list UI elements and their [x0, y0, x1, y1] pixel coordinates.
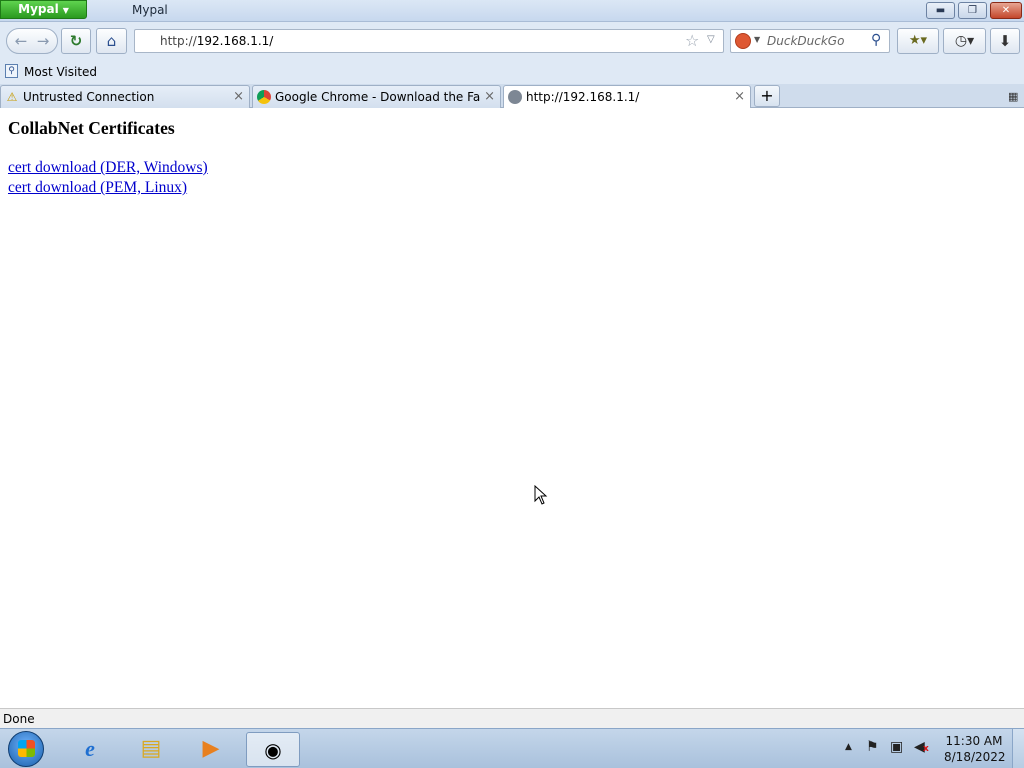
- tab-strip: ⚠ Untrusted Connection × Google Chrome -…: [0, 84, 1024, 109]
- home-button[interactable]: ⌂: [96, 28, 127, 54]
- list-all-tabs-icon[interactable]: ▦: [1008, 90, 1018, 103]
- status-bar: Done: [0, 708, 1024, 728]
- page-title: CollabNet Certificates: [8, 118, 175, 138]
- window-title: Mypal: [132, 3, 168, 17]
- tab-untrusted-connection[interactable]: ⚠ Untrusted Connection ×: [0, 85, 250, 108]
- taskbar: e ▤ ▶ ◉ ▲ ⚑ ▣ ◀ x 11:30 AM 8/18/2022: [0, 728, 1024, 768]
- title-bar: Mypal ▼ Mypal ▬ ❐ ✕: [0, 0, 1024, 22]
- url-history-dropdown-icon[interactable]: ▽: [707, 34, 715, 45]
- back-forward-button-group: ← →: [6, 28, 58, 54]
- maximize-button[interactable]: ❐: [958, 2, 987, 19]
- globe-icon: [508, 90, 522, 104]
- network-icon[interactable]: ▣: [890, 739, 903, 755]
- url-host: 192.168.1.1/: [196, 34, 274, 48]
- close-tab-icon[interactable]: ×: [734, 89, 745, 104]
- downloads-button[interactable]: ⬇: [990, 28, 1020, 54]
- windows-logo-icon: [18, 740, 35, 757]
- url-bar[interactable]: http://192.168.1.1/ ☆ ▽: [134, 29, 724, 53]
- bookmarks-toolbar: ⚲ Most Visited: [0, 60, 1024, 84]
- minimize-button[interactable]: ▬: [926, 2, 955, 19]
- cert-download-der-link[interactable]: cert download (DER, Windows): [8, 159, 208, 177]
- tab-label: http://192.168.1.1/: [526, 90, 640, 104]
- duckduckgo-icon[interactable]: [735, 33, 751, 49]
- forward-arrow-icon[interactable]: →: [32, 29, 54, 53]
- chrome-icon: [257, 90, 271, 104]
- tab-google-chrome[interactable]: Google Chrome - Download the Fast,... ×: [252, 85, 501, 108]
- internet-explorer-icon[interactable]: e: [63, 732, 117, 767]
- close-tab-icon[interactable]: ×: [233, 89, 244, 104]
- bookmark-star-icon[interactable]: ☆: [685, 31, 699, 50]
- warning-icon: ⚠: [6, 90, 18, 104]
- most-visited-icon: ⚲: [5, 64, 18, 78]
- page-content: CollabNet Certificates cert download (DE…: [0, 108, 1024, 708]
- cert-download-pem-link[interactable]: cert download (PEM, Linux): [8, 179, 187, 197]
- chevron-down-icon: ▼: [62, 6, 69, 15]
- new-tab-button[interactable]: +: [754, 85, 780, 107]
- tab-active-local[interactable]: http://192.168.1.1/ ×: [503, 85, 751, 109]
- close-window-button[interactable]: ✕: [990, 2, 1022, 19]
- close-tab-icon[interactable]: ×: [484, 89, 495, 104]
- action-center-flag-icon[interactable]: ⚑: [866, 739, 879, 755]
- show-hidden-icons-icon[interactable]: ▲: [845, 742, 852, 752]
- clock-date[interactable]: 8/18/2022: [944, 750, 1006, 764]
- url-text: http://192.168.1.1/: [160, 34, 273, 48]
- mypal-icon[interactable]: ◉: [246, 732, 300, 767]
- app-menu-button[interactable]: Mypal ▼: [0, 0, 87, 19]
- history-button[interactable]: ◷▾: [943, 28, 986, 54]
- bookmark-most-visited[interactable]: Most Visited: [24, 65, 97, 79]
- start-button[interactable]: [8, 731, 44, 767]
- search-placeholder: DuckDuckGo: [767, 34, 845, 48]
- clock-time[interactable]: 11:30 AM: [944, 734, 1004, 748]
- file-explorer-icon[interactable]: ▤: [124, 732, 178, 767]
- search-engine-caret-icon[interactable]: ▼: [754, 35, 760, 44]
- reload-button[interactable]: ↻: [61, 28, 91, 54]
- tab-label: Google Chrome - Download the Fast,...: [275, 90, 480, 104]
- status-text: Done: [3, 712, 35, 726]
- show-desktop-button[interactable]: [1012, 729, 1024, 768]
- back-arrow-icon[interactable]: ←: [10, 29, 32, 53]
- media-player-icon[interactable]: ▶: [184, 732, 238, 767]
- search-icon[interactable]: ⚲: [871, 32, 881, 48]
- addon-button[interactable]: ★▾: [897, 28, 939, 54]
- url-scheme: http://: [160, 34, 197, 48]
- volume-muted-icon[interactable]: ◀ x: [914, 739, 929, 755]
- search-bar[interactable]: ▼ DuckDuckGo ⚲: [730, 29, 890, 53]
- tab-label: Untrusted Connection: [23, 90, 155, 104]
- app-menu-label: Mypal: [18, 2, 59, 16]
- navigation-toolbar: ← → ↻ ⌂ http://192.168.1.1/ ☆ ▽ ▼ DuckDuc…: [0, 22, 1024, 60]
